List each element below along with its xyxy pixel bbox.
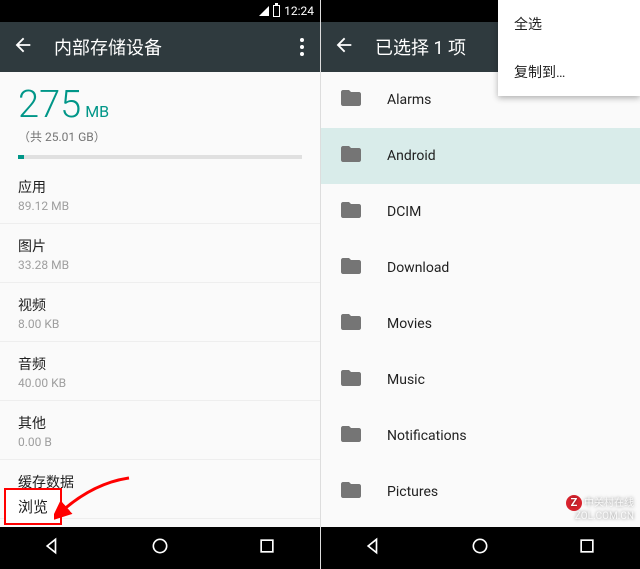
watermark: Z中关村在线 ZOL.COM.CN <box>566 495 634 523</box>
overflow-menu: 全选 复制到… <box>498 0 640 96</box>
nav-back-icon[interactable] <box>43 536 63 560</box>
folder-icon <box>339 366 363 394</box>
status-time: 12:24 <box>284 4 314 18</box>
storage-category-item[interactable]: 视频 8.00 KB <box>0 283 320 342</box>
nav-bar <box>321 527 640 569</box>
category-size: 0.00 B <box>18 435 302 449</box>
category-size: 40.00 KB <box>18 376 302 390</box>
folder-name: Notifications <box>387 428 467 444</box>
category-label: 视频 <box>18 295 302 315</box>
storage-total: （共 25.01 GB） <box>18 128 302 145</box>
folder-name: Android <box>387 148 436 164</box>
folder-name: Download <box>387 260 449 276</box>
folder-name: Music <box>387 372 425 388</box>
page-title: 内部存储设备 <box>54 34 276 60</box>
phone-left: 12:24 内部存储设备 275 MB （共 25.01 GB） 应用 89.12… <box>0 0 320 569</box>
category-size: 8.00 KB <box>18 317 302 331</box>
folder-item[interactable]: Android <box>321 128 640 184</box>
folder-name: Alarms <box>387 92 431 108</box>
browse-button[interactable]: 浏览 <box>4 488 62 525</box>
storage-used-value: 275 <box>18 83 81 127</box>
folder-item[interactable]: Movies <box>321 296 640 352</box>
nav-recent-icon[interactable] <box>577 536 597 560</box>
back-icon[interactable] <box>333 34 355 60</box>
category-label: 其他 <box>18 413 302 433</box>
app-bar: 内部存储设备 <box>0 22 320 72</box>
category-label: 应用 <box>18 177 302 197</box>
menu-copy-to[interactable]: 复制到… <box>498 48 640 96</box>
storage-used-unit: MB <box>85 102 109 121</box>
folder-icon <box>339 198 363 226</box>
folder-icon <box>339 142 363 170</box>
more-icon[interactable] <box>296 34 308 60</box>
category-label: 图片 <box>18 236 302 256</box>
folder-item[interactable]: Notifications <box>321 408 640 464</box>
storage-progress <box>18 155 302 159</box>
nav-back-icon[interactable] <box>364 536 384 560</box>
folder-item[interactable]: Music <box>321 352 640 408</box>
folder-icon <box>339 86 363 114</box>
battery-icon <box>273 5 280 17</box>
folder-name: DCIM <box>387 204 421 220</box>
nav-recent-icon[interactable] <box>257 536 277 560</box>
folder-name: Pictures <box>387 484 438 500</box>
storage-category-item[interactable]: 图片 33.28 MB <box>0 224 320 283</box>
folder-list: Alarms Android DCIM Download Movies Music Noti… <box>321 72 640 527</box>
status-bar: 12:24 <box>0 0 320 22</box>
folder-icon <box>339 422 363 450</box>
category-size: 33.28 MB <box>18 258 302 272</box>
nav-bar <box>0 527 320 569</box>
storage-category-item[interactable]: 音频 40.00 KB <box>0 342 320 401</box>
menu-select-all[interactable]: 全选 <box>498 0 640 48</box>
folder-item[interactable]: DCIM <box>321 184 640 240</box>
storage-category-list: 应用 89.12 MB 图片 33.28 MB 视频 8.00 KB 音频 40.00 KB 其… <box>0 165 320 527</box>
phone-right: 12:25 已选择 1 项 AlarmsAndroidDCIMDownloadM… <box>320 0 640 569</box>
nav-home-icon[interactable] <box>150 536 170 560</box>
category-size: 89.12 MB <box>18 199 302 213</box>
folder-icon <box>339 310 363 338</box>
folder-icon <box>339 478 363 506</box>
folder-item[interactable]: Download <box>321 240 640 296</box>
nav-home-icon[interactable] <box>470 536 490 560</box>
folder-icon <box>339 254 363 282</box>
storage-category-item[interactable]: 应用 89.12 MB <box>0 165 320 224</box>
storage-summary: 275 MB （共 25.01 GB） <box>0 72 320 165</box>
signal-icon <box>259 6 269 16</box>
folder-name: Movies <box>387 316 432 332</box>
category-label: 音频 <box>18 354 302 374</box>
back-icon[interactable] <box>12 34 34 60</box>
storage-category-item[interactable]: 其他 0.00 B <box>0 401 320 460</box>
